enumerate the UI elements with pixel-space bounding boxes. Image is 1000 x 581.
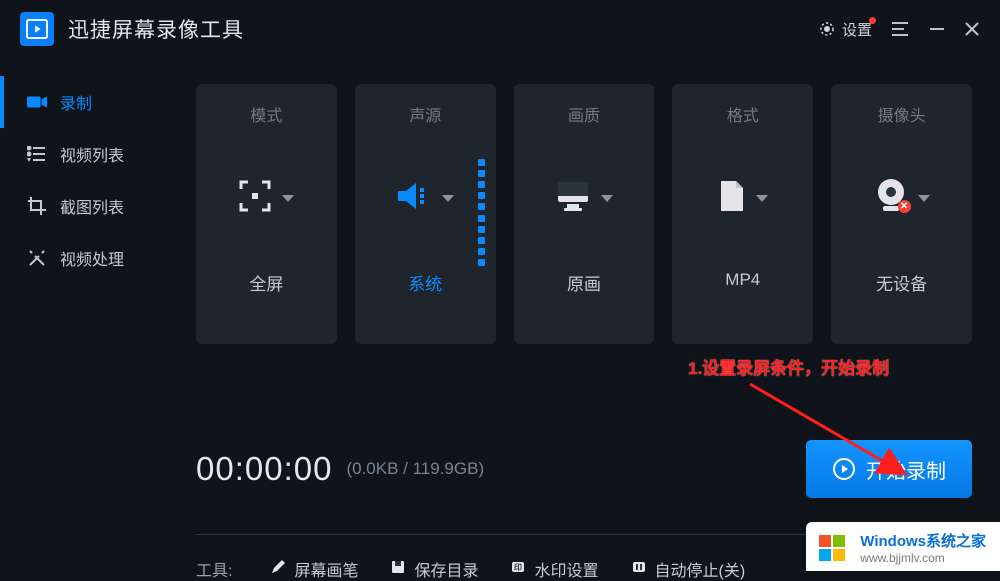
speaker-icon [396,181,432,216]
watermark-title: Windows系统之家 [860,530,986,551]
start-record-button[interactable]: 开始录制 [806,440,972,498]
card-title: 模式 [250,102,282,126]
stamp-icon: 印 [510,559,526,580]
menu-icon[interactable] [890,21,910,37]
monitor-icon [555,180,591,217]
sidebar-item-video-process[interactable]: 视频处理 [0,232,170,284]
card-audio[interactable]: 声源 系统 [355,84,496,344]
sidebar-item-label: 截图列表 [60,194,124,218]
close-button[interactable] [964,21,980,37]
file-icon [718,179,746,218]
card-title: 画质 [568,102,600,126]
caret-down-icon [442,195,454,202]
list-icon [26,146,48,162]
notification-dot [869,17,876,24]
watermark-url: www.bjjmlv.com [860,551,986,565]
tool-watermark[interactable]: 印 水印设置 [510,557,598,581]
sidebar-item-record[interactable]: 录制 [0,76,170,128]
caret-down-icon [756,195,768,202]
crop-icon [26,196,48,216]
timer-display: 00:00:00 [196,450,332,488]
sidebar-item-label: 视频处理 [60,246,124,270]
main-panel: 模式 全屏 声源 系统 [170,58,1000,571]
app-logo [20,12,54,46]
sidebar-item-video-list[interactable]: 视频列表 [0,128,170,180]
card-format[interactable]: 格式 MP4 [672,84,813,344]
fullscreen-icon [238,179,272,218]
card-title: 声源 [409,102,441,126]
tool-save-dir[interactable]: 保存目录 [390,557,478,581]
caret-down-icon [601,195,613,202]
app-title: 迅捷屏幕录像工具 [68,14,244,44]
card-mode[interactable]: 模式 全屏 [196,84,337,344]
size-info: (0.0KB / 119.9GB) [346,459,484,479]
tool-auto-stop[interactable]: 自动停止(关) [631,557,746,581]
sidebar-item-label: 录制 [60,90,92,114]
video-camera-icon [26,94,48,110]
volume-indicator [478,159,486,266]
card-title: 格式 [727,102,759,126]
card-quality[interactable]: 画质 原画 [514,84,655,344]
caret-down-icon [918,195,930,202]
tool-screen-pen[interactable]: 屏幕画笔 [270,557,358,581]
card-title: 摄像头 [878,102,926,126]
pen-icon [270,559,286,580]
sidebar-item-screenshot-list[interactable]: 截图列表 [0,180,170,232]
card-value: 原画 [567,270,601,295]
card-camera[interactable]: 摄像头 ✕ 无设备 [831,84,972,344]
caret-down-icon [282,195,294,202]
titlebar: 迅捷屏幕录像工具 设置 [0,0,1000,58]
card-value: 无设备 [876,270,927,295]
annotation-text: 1.设置录屏条件，开始录制 [688,354,889,379]
card-value: MP4 [725,270,760,290]
windows-logo-icon [816,531,850,565]
sidebar: 录制 视频列表 截图列表 视频处理 [0,58,170,571]
minimize-button[interactable] [928,20,946,38]
webcam-icon: ✕ [874,178,908,219]
watermark-badge: Windows系统之家 www.bjjmlv.com [806,522,1000,571]
settings-button[interactable]: 设置 [818,19,872,40]
save-icon [390,559,406,580]
tools-icon [26,248,48,268]
card-value: 系统 [408,270,442,295]
tools-label: 工具: [196,557,232,581]
pause-icon [631,559,647,580]
sidebar-item-label: 视频列表 [60,142,124,166]
card-value: 全屏 [249,270,283,295]
svg-text:印: 印 [514,562,522,572]
